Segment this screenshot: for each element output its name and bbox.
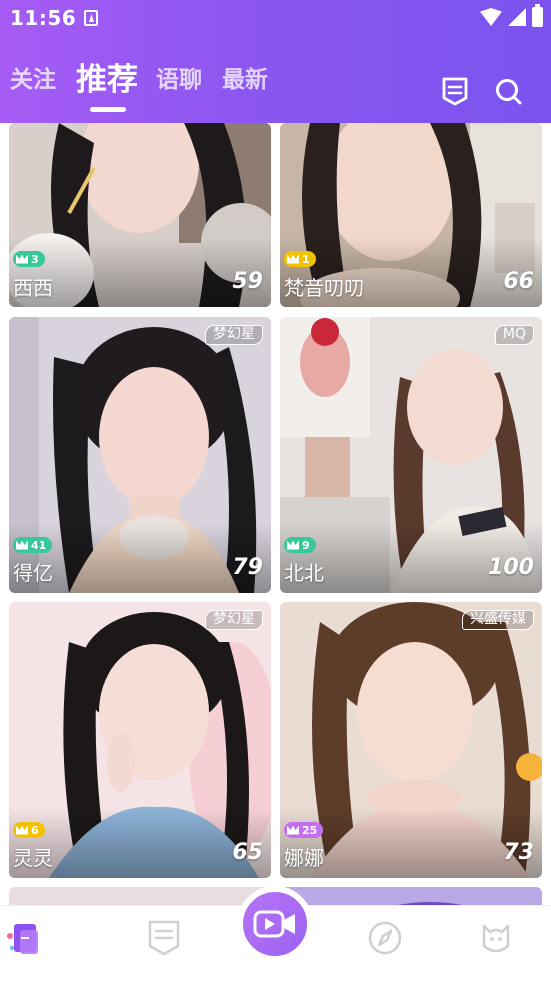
- level-badge: 3: [13, 251, 45, 267]
- crown-icon: [287, 825, 299, 835]
- level-value: 6: [31, 823, 39, 837]
- profile-icon[interactable]: [478, 918, 514, 958]
- level-badge: 41: [13, 537, 53, 553]
- profile-name: 得亿: [13, 561, 53, 585]
- profile-name: 灵灵: [13, 846, 53, 870]
- profile-score: 73: [503, 840, 534, 865]
- tab-following[interactable]: 关注: [10, 62, 56, 98]
- signal-icon: [508, 8, 526, 26]
- profile-name: 梵音叨叨: [284, 276, 364, 300]
- home-icon[interactable]: [6, 918, 42, 958]
- crown-icon: [287, 540, 299, 550]
- top-header: 11:56 关注 推荐 语聊 最新: [0, 0, 551, 123]
- list-icon[interactable]: [146, 918, 182, 958]
- level-badge: 25: [284, 822, 324, 838]
- level-value: 1: [302, 252, 310, 266]
- app-screen: 11:56 关注 推荐 语聊 最新 3 西西 59 1 梵音叨叨 66 梦幻星 …: [0, 0, 551, 981]
- profile-card[interactable]: MQ 9 北北 100: [280, 317, 542, 593]
- list-icon[interactable]: [441, 76, 469, 106]
- profile-card[interactable]: 梦幻星 6 灵灵 65: [9, 602, 271, 878]
- level-badge: 9: [284, 537, 316, 553]
- profile-score: 100: [488, 555, 534, 580]
- agency-tag: 梦幻星: [205, 325, 263, 345]
- profile-name: 西西: [13, 276, 53, 300]
- profile-grid: 3 西西 59 1 梵音叨叨 66 梦幻星 41 得亿 79 MQ 9 北北 1…: [0, 123, 551, 908]
- level-badge: 1: [284, 251, 316, 267]
- crown-icon: [16, 540, 28, 550]
- crown-icon: [16, 254, 28, 264]
- profile-card[interactable]: 兴盛传媒 25 娜娜 73: [280, 602, 542, 878]
- video-call-icon: [253, 910, 295, 938]
- status-bar: 11:56: [0, 0, 551, 36]
- crown-icon: [287, 254, 299, 264]
- agency-tag: 梦幻星: [205, 610, 263, 630]
- tab-latest[interactable]: 最新: [222, 62, 268, 98]
- top-tabs: 关注 推荐 语聊 最新: [10, 62, 288, 112]
- crown-icon: [16, 825, 28, 835]
- notification-icon: [84, 10, 98, 26]
- profile-score: 79: [232, 555, 263, 580]
- status-icons: [480, 4, 543, 27]
- tab-recommended[interactable]: 推荐: [76, 62, 138, 112]
- level-value: 41: [31, 538, 47, 552]
- level-value: 9: [302, 538, 310, 552]
- search-icon[interactable]: [495, 76, 523, 106]
- tab-voice-chat[interactable]: 语聊: [156, 62, 202, 98]
- profile-card[interactable]: 梦幻星 41 得亿 79: [9, 317, 271, 593]
- profile-card[interactable]: 3 西西 59: [9, 123, 271, 307]
- profile-name: 娜娜: [284, 846, 324, 870]
- profile-score: 66: [503, 269, 534, 294]
- level-value: 25: [302, 823, 318, 837]
- agency-tag: 兴盛传媒: [462, 610, 534, 630]
- agency-tag: MQ: [494, 325, 534, 345]
- profile-card[interactable]: 1 梵音叨叨 66: [280, 123, 542, 307]
- battery-icon: [532, 4, 543, 27]
- video-call-button[interactable]: [237, 886, 313, 962]
- profile-name: 北北: [284, 561, 324, 585]
- level-badge: 6: [13, 822, 45, 838]
- profile-score: 65: [232, 840, 263, 865]
- profile-score: 59: [232, 269, 263, 294]
- level-value: 3: [31, 252, 39, 266]
- status-time: 11:56: [10, 6, 77, 30]
- wifi-icon: [480, 8, 502, 26]
- compass-icon[interactable]: [367, 918, 403, 958]
